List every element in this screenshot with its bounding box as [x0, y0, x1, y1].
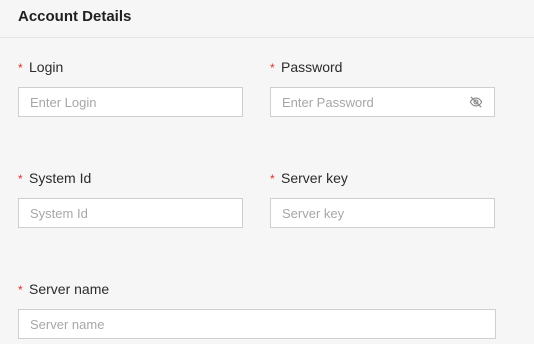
password-field-group: * Password: [270, 58, 495, 118]
section-title: Account Details: [18, 8, 132, 25]
eye-slash-icon[interactable]: [469, 95, 483, 109]
login-label: * Login: [18, 58, 243, 76]
server-key-input-wrapper: [270, 198, 495, 228]
password-input[interactable]: [271, 88, 494, 116]
required-asterisk: *: [18, 172, 23, 186]
system-id-input[interactable]: [19, 199, 242, 227]
server-name-input[interactable]: [19, 310, 495, 338]
server-key-input[interactable]: [271, 199, 494, 227]
server-name-label-text: Server name: [29, 281, 110, 297]
account-details-form: Account Details * Login * Password: [0, 0, 534, 344]
login-input[interactable]: [19, 88, 242, 116]
server-name-field-group: * Server name: [18, 280, 496, 340]
required-asterisk: *: [270, 172, 275, 186]
required-asterisk: *: [270, 61, 275, 75]
system-id-label-text: System Id: [29, 170, 92, 186]
section-divider: [0, 37, 534, 38]
password-input-wrapper: [270, 87, 495, 117]
password-label-text: Password: [281, 59, 343, 75]
login-label-text: Login: [29, 59, 64, 75]
login-input-wrapper: [18, 87, 243, 117]
system-id-label: * System Id: [18, 169, 243, 187]
system-id-field-group: * System Id: [18, 169, 243, 229]
login-field-group: * Login: [18, 58, 243, 118]
required-asterisk: *: [18, 283, 23, 297]
server-key-field-group: * Server key: [270, 169, 495, 229]
server-key-label: * Server key: [270, 169, 495, 187]
password-label: * Password: [270, 58, 495, 76]
server-key-label-text: Server key: [281, 170, 348, 186]
system-id-input-wrapper: [18, 198, 243, 228]
server-name-label: * Server name: [18, 280, 496, 298]
required-asterisk: *: [18, 61, 23, 75]
server-name-input-wrapper: [18, 309, 496, 339]
